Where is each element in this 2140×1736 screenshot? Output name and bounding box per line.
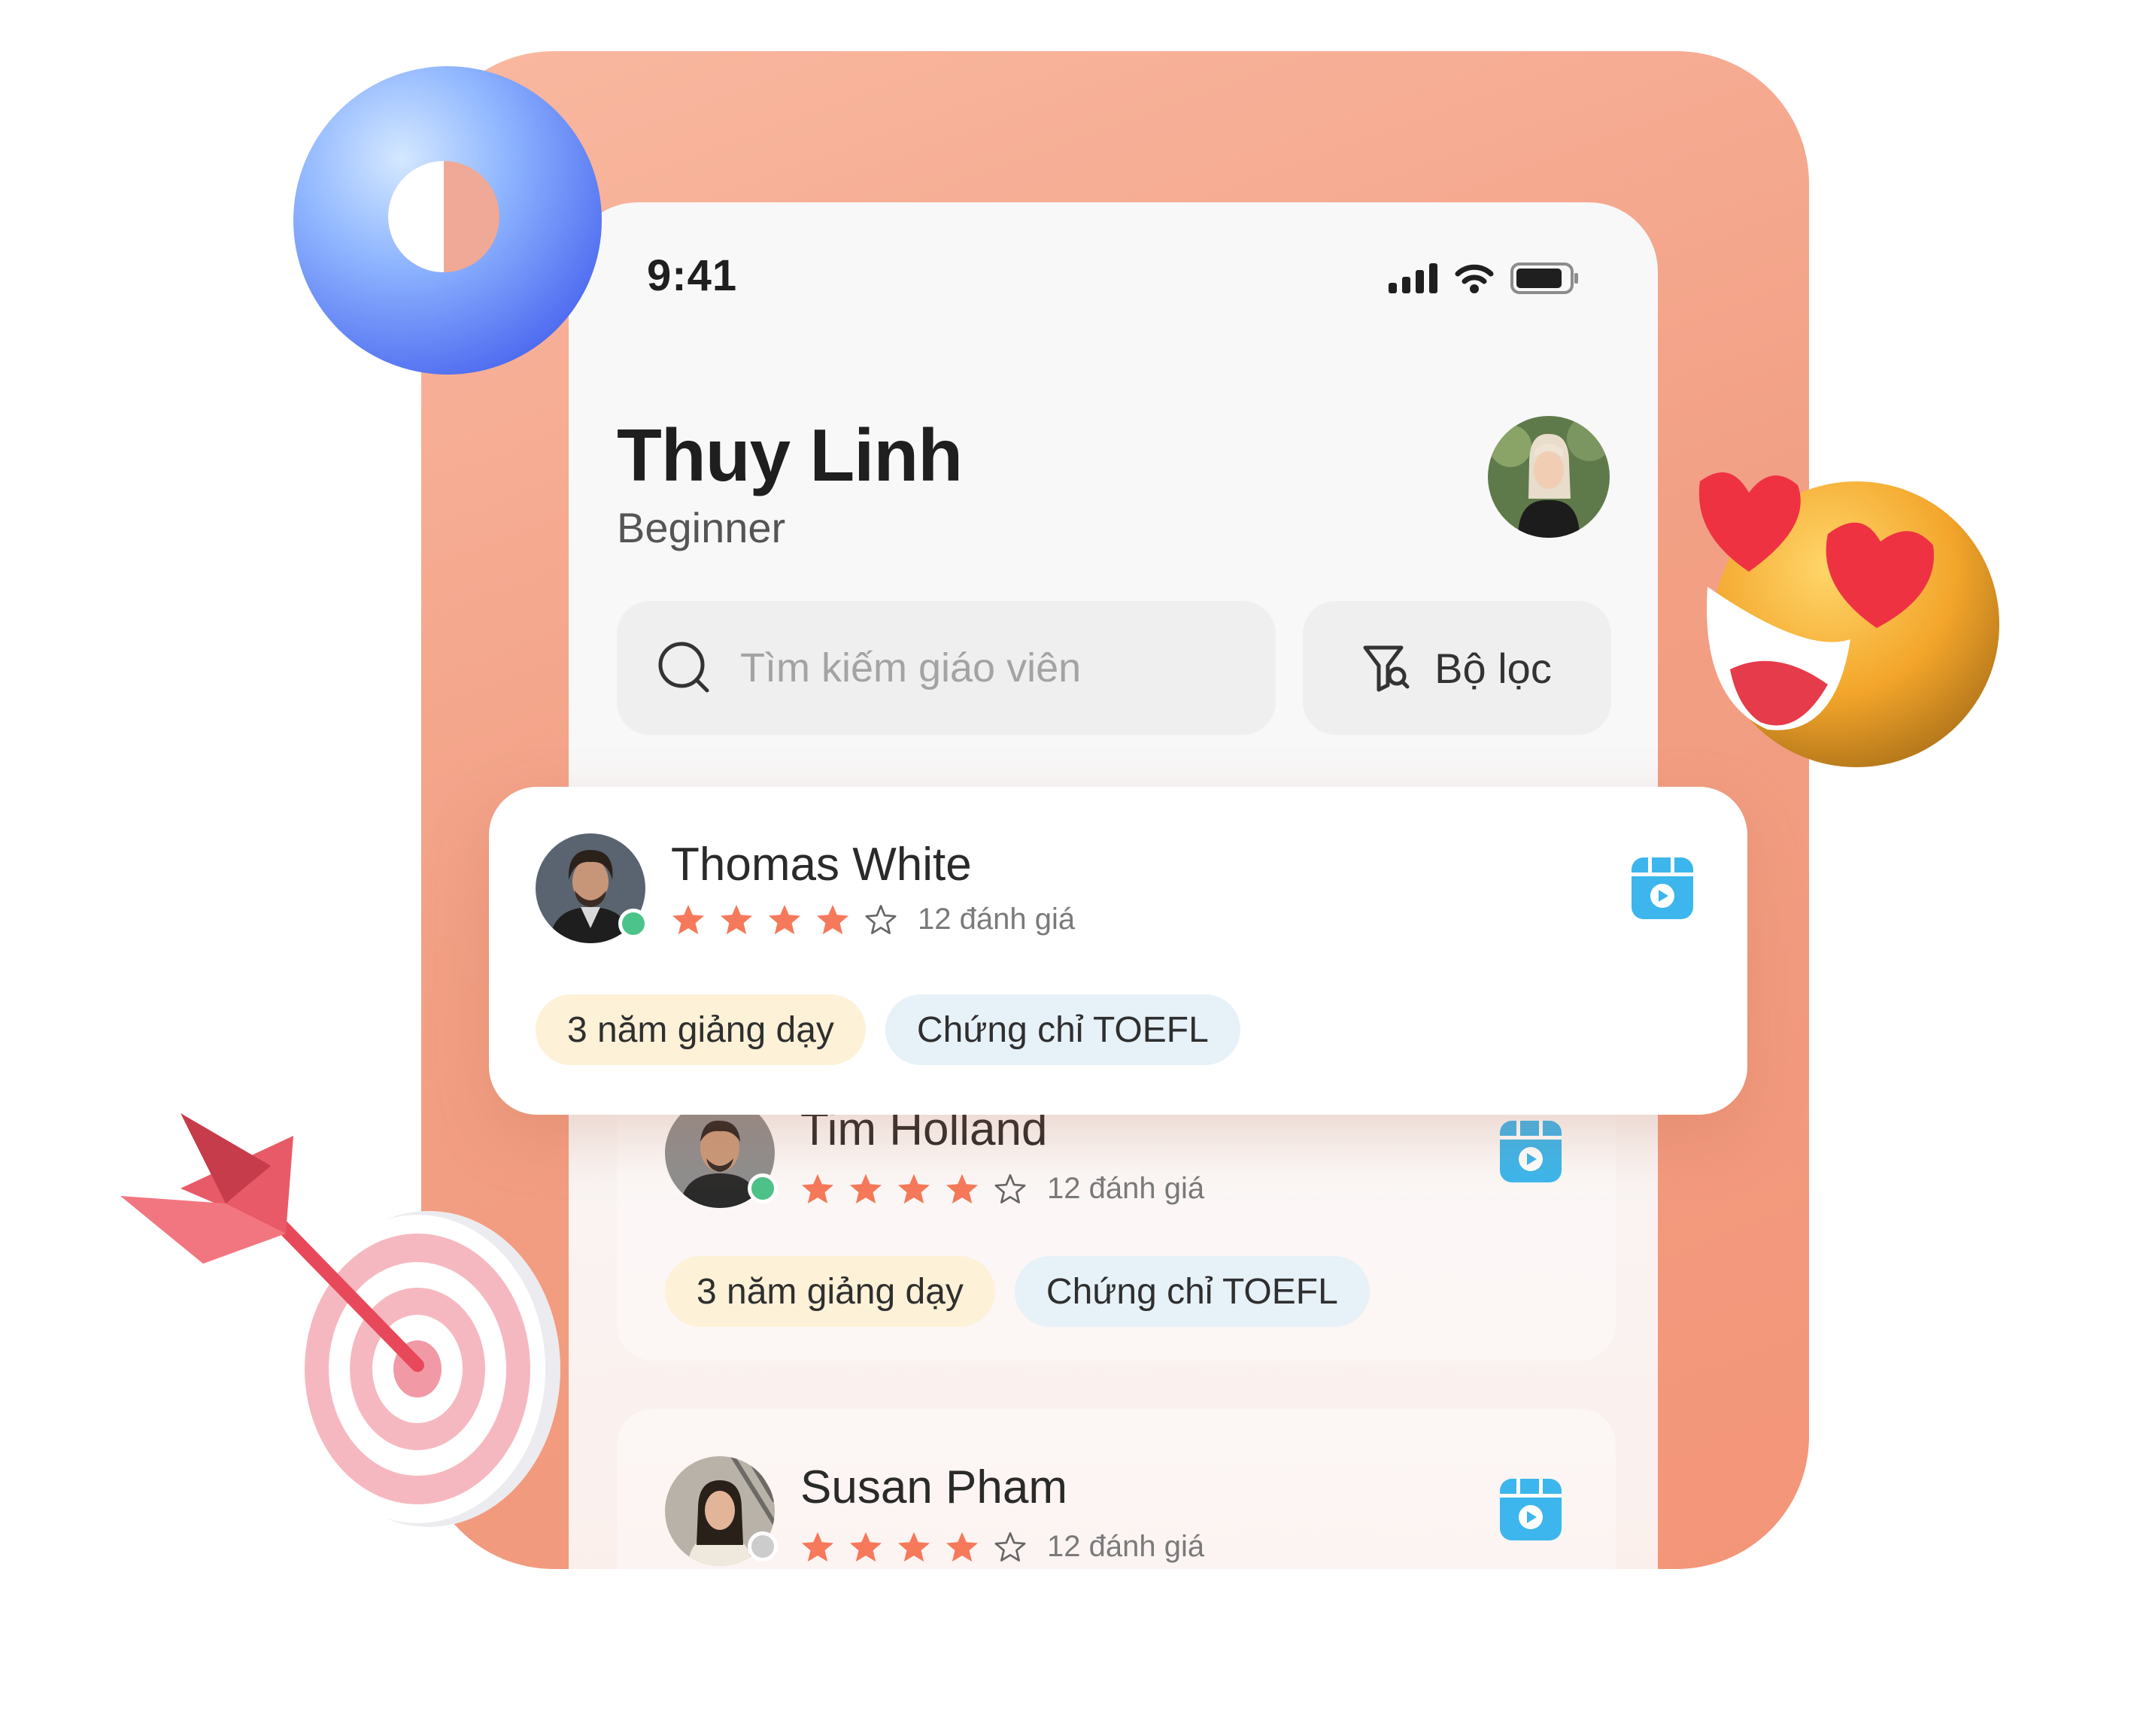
battery-icon bbox=[1510, 263, 1578, 294]
offline-status-dot bbox=[748, 1531, 778, 1561]
star-icon bbox=[672, 904, 705, 934]
video-button[interactable] bbox=[1632, 857, 1693, 923]
online-status-dot bbox=[618, 909, 648, 939]
video-icon bbox=[1500, 1121, 1562, 1182]
filter-button[interactable]: Bộ lọc bbox=[1303, 601, 1611, 735]
target-arrow-decoration bbox=[120, 1113, 560, 1527]
teacher-tags: 3 năm giảng dạy Chứng chỉ TOEFL bbox=[536, 994, 1240, 1065]
teacher-avatar bbox=[665, 1456, 778, 1566]
teacher-rating: 12 đánh giá bbox=[800, 1172, 1204, 1206]
review-count: 12 đánh giá bbox=[918, 903, 1076, 936]
star-icon bbox=[768, 904, 801, 934]
star-outline-icon bbox=[865, 904, 897, 934]
teacher-row-susan-pham: Susan Pham 12 đánh giá bbox=[617, 1408, 1616, 1569]
review-count: 12 đánh giá bbox=[1047, 1530, 1205, 1563]
filter-icon bbox=[1363, 645, 1410, 692]
tag-experience: 3 năm giảng dạy bbox=[665, 1256, 995, 1327]
user-avatar[interactable] bbox=[1488, 416, 1610, 538]
search-input[interactable]: Tìm kiếm giáo viên bbox=[617, 601, 1276, 735]
online-status-dot bbox=[748, 1173, 778, 1203]
star-icon bbox=[897, 1173, 930, 1203]
video-icon bbox=[1632, 857, 1693, 919]
status-icons bbox=[1389, 263, 1580, 294]
star-icon bbox=[801, 1173, 834, 1203]
tag-certificate: Chứng chỉ TOEFL bbox=[1014, 1256, 1370, 1327]
wifi-icon bbox=[1455, 264, 1494, 293]
star-icon bbox=[849, 1173, 882, 1203]
star-icon bbox=[946, 1173, 979, 1203]
signal-icon bbox=[1389, 263, 1437, 293]
teacher-name: Susan Pham bbox=[800, 1461, 1067, 1513]
star-icon bbox=[946, 1531, 979, 1561]
teacher-rating: 12 đánh giá bbox=[800, 1530, 1204, 1564]
video-icon bbox=[1500, 1479, 1562, 1540]
star-icon bbox=[720, 904, 753, 934]
teacher-avatar bbox=[536, 833, 648, 943]
heart-eyes-emoji-decoration bbox=[1698, 472, 1999, 767]
star-icon bbox=[849, 1531, 882, 1561]
star-icon bbox=[816, 904, 849, 934]
teacher-rating: 12 đánh giá bbox=[671, 903, 1075, 936]
teacher-tags: 3 năm giảng dạy Chứng chỉ TOEFL bbox=[665, 1256, 1370, 1327]
status-time: 9:41 bbox=[647, 251, 738, 300]
search-icon bbox=[658, 642, 709, 693]
teacher-card-thomas-white[interactable]: Thomas White 12 đánh giá 3 năm giảng dạy… bbox=[489, 787, 1747, 1115]
tag-experience: 3 năm giảng dạy bbox=[536, 994, 866, 1065]
star-icon bbox=[801, 1531, 834, 1561]
star-outline-icon bbox=[994, 1531, 1026, 1561]
donut-decoration bbox=[293, 66, 602, 375]
review-count: 12 đánh giá bbox=[1047, 1172, 1205, 1205]
video-button[interactable] bbox=[1500, 1121, 1562, 1186]
video-button[interactable] bbox=[1500, 1479, 1562, 1544]
filter-label: Bộ lọc bbox=[1434, 644, 1552, 692]
user-level: Beginner bbox=[617, 504, 786, 551]
star-outline-icon bbox=[994, 1173, 1026, 1203]
search-placeholder: Tìm kiếm giáo viên bbox=[740, 645, 1082, 690]
teacher-name: Thomas White bbox=[671, 839, 972, 891]
star-icon bbox=[897, 1531, 930, 1561]
tag-certificate: Chứng chỉ TOEFL bbox=[885, 994, 1240, 1065]
user-name: Thuy Linh bbox=[617, 414, 963, 496]
